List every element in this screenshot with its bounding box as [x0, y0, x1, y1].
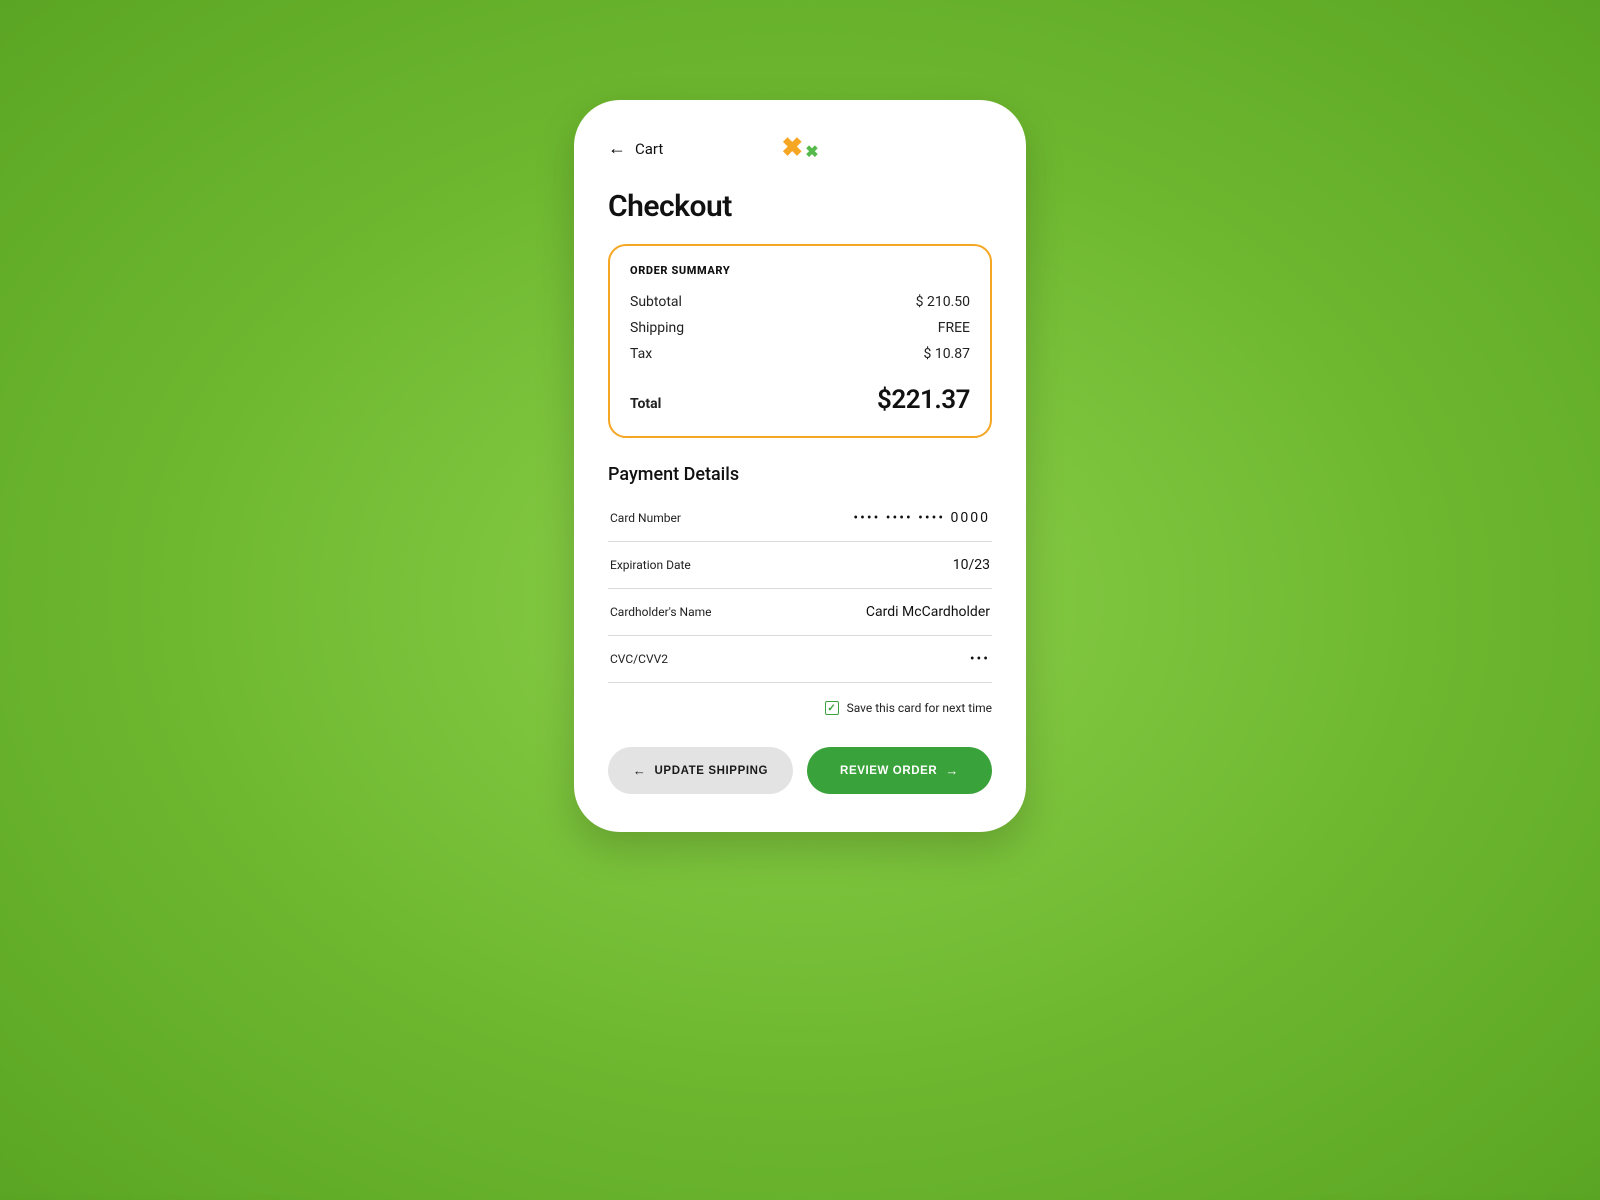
- summary-row-shipping: Shipping FREE: [630, 315, 970, 341]
- payment-heading: Payment Details: [608, 464, 992, 485]
- summary-label: Tax: [630, 346, 652, 362]
- checkbox-checked-icon[interactable]: ✓: [825, 701, 839, 715]
- button-label: REVIEW ORDER: [840, 765, 937, 777]
- brand-x-small-icon: ✖: [805, 144, 818, 160]
- page-title: Checkout: [608, 189, 992, 224]
- field-value: •••: [970, 651, 990, 667]
- arrow-right-icon: →: [945, 763, 959, 778]
- back-arrow-icon[interactable]: ←: [608, 138, 625, 159]
- field-cvc[interactable]: CVC/CVV2 •••: [608, 636, 992, 683]
- brand-x-icon: ✖: [781, 135, 803, 161]
- field-value: 10/23: [953, 557, 990, 573]
- save-card-label: Save this card for next time: [847, 701, 992, 715]
- field-name[interactable]: Cardholder's Name Cardi McCardholder: [608, 589, 992, 636]
- field-card-number[interactable]: Card Number •••• •••• •••• 0000: [608, 495, 992, 542]
- summary-label: Shipping: [630, 320, 684, 336]
- review-order-button[interactable]: REVIEW ORDER →: [807, 747, 992, 794]
- nav-bar: ← Cart ✖ ✖: [608, 138, 992, 159]
- summary-total-label: Total: [630, 396, 661, 412]
- summary-label: Subtotal: [630, 294, 682, 310]
- field-expiration[interactable]: Expiration Date 10/23: [608, 542, 992, 589]
- update-shipping-button[interactable]: ← UPDATE SHIPPING: [608, 747, 793, 794]
- checkout-card: ← Cart ✖ ✖ Checkout ORDER SUMMARY Subtot…: [574, 100, 1026, 832]
- order-summary-card: ORDER SUMMARY Subtotal $ 210.50 Shipping…: [608, 244, 992, 438]
- summary-value: FREE: [938, 320, 970, 336]
- save-card-row[interactable]: ✓ Save this card for next time: [608, 701, 992, 715]
- field-label: Expiration Date: [610, 558, 691, 572]
- summary-value: $ 10.87: [923, 346, 970, 362]
- summary-row-tax: Tax $ 10.87: [630, 341, 970, 367]
- field-label: Cardholder's Name: [610, 605, 712, 619]
- summary-value: $ 210.50: [916, 294, 970, 310]
- order-summary-heading: ORDER SUMMARY: [630, 264, 970, 277]
- back-label[interactable]: Cart: [635, 140, 663, 158]
- field-value: Cardi McCardholder: [866, 604, 990, 620]
- summary-row-total: Total $221.37: [630, 375, 970, 420]
- field-value: •••• •••• •••• 0000: [853, 510, 990, 526]
- summary-row-subtotal: Subtotal $ 210.50: [630, 289, 970, 315]
- field-label: CVC/CVV2: [610, 652, 668, 666]
- button-row: ← UPDATE SHIPPING REVIEW ORDER →: [608, 747, 992, 794]
- button-label: UPDATE SHIPPING: [655, 765, 769, 777]
- summary-total-value: $221.37: [877, 385, 970, 415]
- arrow-left-icon: ←: [633, 763, 647, 778]
- brand-logo: ✖ ✖: [781, 136, 818, 162]
- field-label: Card Number: [610, 511, 681, 525]
